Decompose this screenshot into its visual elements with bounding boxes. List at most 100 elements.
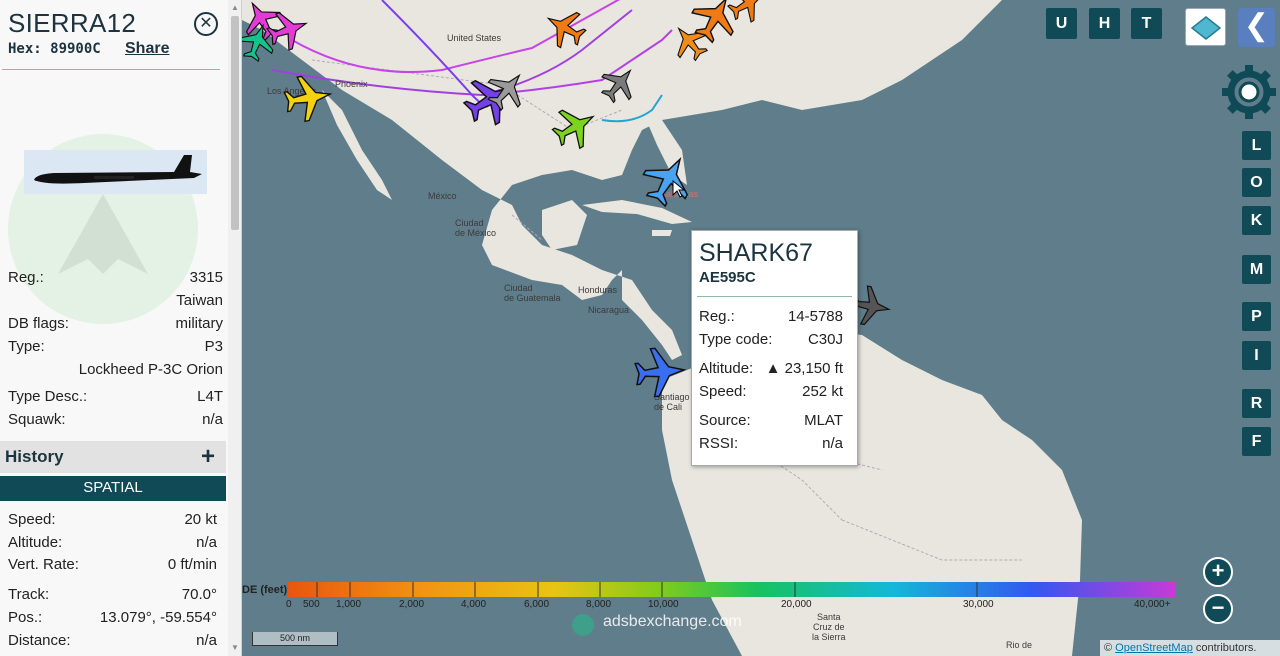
map-label-ciudad-de-mexico: Ciudad de México bbox=[455, 218, 497, 238]
history-title: History bbox=[5, 447, 64, 466]
aircraft-hover-popup: SHARK67 AE595C Reg.: 14-5788 Type code: C30… bbox=[691, 230, 858, 466]
map-canvas[interactable]: United States Los Angeles Phoenix México… bbox=[242, 0, 1280, 656]
detail-row: Lockheed P-3C Orion bbox=[8, 361, 223, 381]
scroll-down-arrow-icon[interactable]: ▼ bbox=[230, 643, 240, 653]
row-label: RSSI: bbox=[699, 435, 739, 452]
detail-row: Squawk: n/a bbox=[8, 411, 223, 431]
toggle-h-button[interactable]: H bbox=[1089, 8, 1120, 39]
row-value: L4T bbox=[197, 388, 223, 405]
row-label: Type code: bbox=[699, 331, 773, 348]
altitude-legend-units: DE (feet) bbox=[242, 584, 288, 596]
history-header[interactable]: History + bbox=[0, 441, 226, 473]
hex-code: Hex: 89900C bbox=[8, 41, 101, 57]
map-label-santiago-de-cali: Santiago de Cali bbox=[654, 392, 690, 412]
legend-tick-label: 6,000 bbox=[524, 599, 550, 610]
row-label: Pos.: bbox=[8, 609, 43, 626]
toggle-u-button[interactable]: U bbox=[1046, 8, 1077, 39]
row-value: military bbox=[175, 315, 224, 332]
toggle-r-button[interactable]: R bbox=[1242, 389, 1271, 418]
scroll-up-arrow-icon[interactable]: ▲ bbox=[230, 3, 240, 13]
toggle-f-button[interactable]: F bbox=[1242, 427, 1271, 456]
attribution-suffix: contributors. bbox=[1192, 642, 1257, 654]
toggle-i-button[interactable]: I bbox=[1242, 341, 1271, 370]
toggle-t-button[interactable]: T bbox=[1131, 8, 1162, 39]
toggle-l-button[interactable]: L bbox=[1242, 131, 1271, 160]
row-label: Reg.: bbox=[699, 308, 735, 325]
sidebar-content: SIERRA12 ✕ Hex: 89900C Share Reg.: 3315 Ta… bbox=[0, 0, 228, 656]
history-expand-icon[interactable]: + bbox=[201, 443, 215, 471]
row-value: 14-5788 bbox=[787, 308, 843, 325]
row-label: Track: bbox=[8, 586, 50, 603]
row-value: n/a bbox=[196, 534, 217, 551]
attribution-prefix: © bbox=[1104, 642, 1116, 654]
altitude-color-legend[interactable] bbox=[288, 582, 1176, 597]
toggle-m-button[interactable]: M bbox=[1242, 255, 1271, 284]
legend-tick-label: 1,000 bbox=[336, 599, 362, 610]
aircraft-info-sidebar: SIERRA12 ✕ Hex: 89900C Share Reg.: 3315 Ta… bbox=[0, 0, 242, 656]
selected-callsign: SIERRA12 bbox=[8, 8, 137, 38]
row-value: n/a bbox=[822, 435, 843, 452]
layers-button[interactable] bbox=[1185, 8, 1226, 46]
map-scale-bar: 500 nm bbox=[252, 632, 338, 646]
layers-icon bbox=[1190, 16, 1222, 40]
row-value: P3 bbox=[204, 338, 223, 355]
close-icon[interactable]: ✕ bbox=[194, 12, 218, 36]
popup-divider bbox=[697, 296, 852, 297]
adsbexchange-logo-icon bbox=[572, 614, 594, 636]
zoom-out-button[interactable]: − bbox=[1203, 594, 1233, 624]
openstreetmap-link[interactable]: OpenStreetMap bbox=[1115, 642, 1193, 654]
map-label-los-angeles: Los Angeles bbox=[267, 86, 317, 96]
toggle-p-button[interactable]: P bbox=[1242, 302, 1271, 331]
row-value: 20 kt bbox=[184, 511, 217, 528]
legend-tick-label: 30,000 bbox=[963, 599, 994, 610]
row-label: Distance: bbox=[8, 632, 71, 649]
row-value: 0 ft/min bbox=[167, 556, 217, 573]
zoom-in-button[interactable]: + bbox=[1203, 557, 1233, 587]
detail-row: Reg.: 3315 bbox=[8, 269, 223, 289]
map-label-santa-cruz: Santa Cruz de la Sierra bbox=[812, 612, 846, 642]
row-value: C30J bbox=[807, 331, 843, 348]
row-label: Speed: bbox=[699, 383, 747, 400]
row-label: Altitude: bbox=[699, 360, 754, 377]
legend-tick-label: 2,000 bbox=[399, 599, 425, 610]
collapse-sidebar-button[interactable]: ❮ bbox=[1238, 8, 1275, 47]
mouse-cursor-icon bbox=[672, 179, 686, 198]
legend-tick-label: 10,000 bbox=[648, 599, 679, 610]
row-value: 70.0° bbox=[181, 586, 217, 603]
toggle-o-button[interactable]: O bbox=[1242, 168, 1271, 197]
detail-row: Type: P3 bbox=[8, 338, 223, 358]
scrollbar-thumb[interactable] bbox=[231, 16, 239, 230]
map-label-guatemala: Ciudad de Guatemala bbox=[504, 283, 561, 303]
row-label: Type Desc.: bbox=[8, 388, 88, 405]
row-label: Type: bbox=[8, 338, 45, 355]
popup-hex: AE595C bbox=[699, 269, 756, 286]
map-label-nicaragua: Nicaragua bbox=[588, 305, 630, 315]
row-value: n/a bbox=[202, 411, 223, 428]
map-attribution: © OpenStreetMap contributors. bbox=[1100, 640, 1280, 656]
detail-row: Taiwan bbox=[8, 292, 223, 312]
row-value: 3315 bbox=[189, 269, 223, 286]
legend-tick-label: 20,000 bbox=[781, 599, 812, 610]
popup-callsign: SHARK67 bbox=[699, 239, 813, 267]
settings-gear-icon[interactable] bbox=[1220, 63, 1278, 121]
sidebar-scrollbar[interactable]: ▲ ▼ bbox=[228, 0, 241, 656]
detail-row: Type Desc.: L4T bbox=[8, 388, 223, 408]
detail-row: Speed: 20 kt bbox=[8, 511, 217, 531]
row-value: 13.079°, -59.554° bbox=[99, 609, 217, 626]
spatial-section-header: SPATIAL bbox=[0, 476, 226, 501]
row-label: DB flags: bbox=[8, 315, 69, 332]
detail-row: Track: 70.0° bbox=[8, 586, 217, 606]
map-label-mexico: México bbox=[428, 191, 457, 201]
map-label-rio: Rio de bbox=[1006, 640, 1033, 650]
legend-tick-label: 8,000 bbox=[586, 599, 612, 610]
row-label: Altitude: bbox=[8, 534, 63, 551]
detail-row: Vert. Rate: 0 ft/min bbox=[8, 556, 217, 576]
row-label: Squawk: bbox=[8, 411, 66, 428]
row-value: Lockheed P-3C Orion bbox=[78, 361, 223, 378]
toggle-k-button[interactable]: K bbox=[1242, 206, 1271, 235]
share-link[interactable]: Share bbox=[125, 40, 169, 58]
row-label: Speed: bbox=[8, 511, 56, 528]
detail-row: DB flags: military bbox=[8, 315, 223, 335]
legend-tick-label: 4,000 bbox=[461, 599, 487, 610]
row-label: Vert. Rate: bbox=[8, 556, 79, 573]
